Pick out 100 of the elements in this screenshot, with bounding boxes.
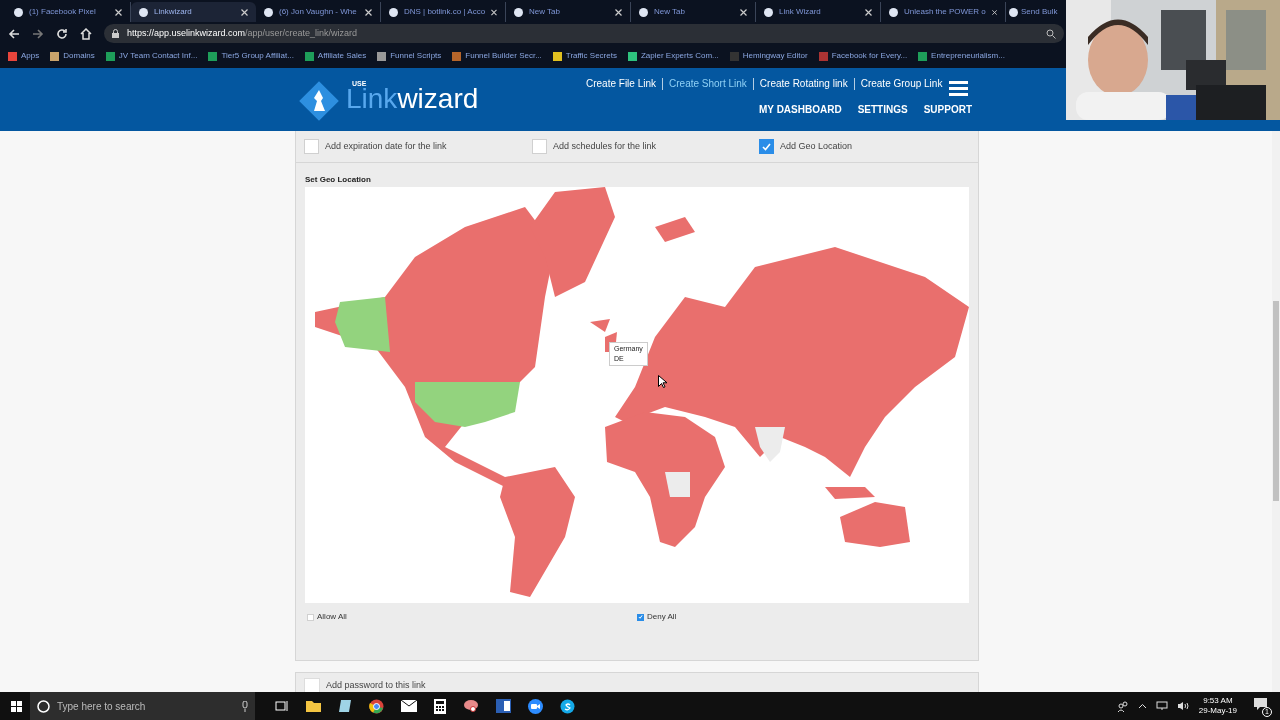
favicon-icon xyxy=(14,7,23,17)
close-tab-icon[interactable] xyxy=(865,8,872,16)
option-label: Add Geo Location xyxy=(780,139,853,153)
volume-icon[interactable] xyxy=(1176,701,1190,711)
cortana-icon xyxy=(37,699,50,713)
browser-tab[interactable]: (6) Jon Vaughn - Whe xyxy=(256,2,381,22)
browser-tab[interactable]: Link Wizard xyxy=(756,2,881,22)
bookmark-icon xyxy=(304,51,314,61)
video-call-icon[interactable] xyxy=(528,698,543,714)
favicon-icon xyxy=(764,7,773,17)
checkbox[interactable] xyxy=(304,139,319,154)
menu-icon[interactable] xyxy=(949,81,968,96)
mail-icon[interactable] xyxy=(401,700,417,712)
url-text: https://app.uselinkwizard.com/app/user/create_link/wizard xyxy=(127,26,359,40)
close-tab-icon[interactable] xyxy=(115,8,122,16)
bookmark-icon xyxy=(818,51,828,61)
option-label: Allow All xyxy=(317,611,347,623)
bookmark-item[interactable]: Tier5 Group Affiliat... xyxy=(208,50,294,62)
bookmark-icon xyxy=(918,51,928,61)
bookmark-icon xyxy=(8,51,17,61)
checkbox[interactable] xyxy=(307,613,314,621)
notification-icon xyxy=(1254,698,1267,710)
microphone-icon xyxy=(242,700,248,712)
bookmark-icon xyxy=(377,51,387,61)
zoom-icon xyxy=(1046,28,1056,39)
option-label: Add schedules for the link xyxy=(553,139,657,153)
browser-tab[interactable]: New Tab xyxy=(631,2,756,22)
close-tab-icon[interactable] xyxy=(991,8,997,16)
checkbox[interactable] xyxy=(759,139,774,154)
app-icon[interactable] xyxy=(338,699,352,713)
favicon-icon xyxy=(639,7,648,17)
bookmark-item[interactable]: Affiliate Sales xyxy=(304,50,367,62)
bookmark-item[interactable]: Funnel Builder Secr... xyxy=(452,50,542,62)
close-tab-icon[interactable] xyxy=(491,8,497,16)
bookmark-item[interactable]: Funnel Scripts xyxy=(377,50,442,62)
nav-link[interactable]: MY DASHBOARD xyxy=(759,102,842,117)
favicon-icon xyxy=(1009,7,1018,17)
favicon-icon xyxy=(389,7,398,17)
close-tab-icon[interactable] xyxy=(365,8,372,16)
calculator-icon[interactable] xyxy=(434,698,446,714)
nav-link[interactable]: Create File Link xyxy=(586,76,657,91)
taskbar-search-field[interactable]: Type here to search xyxy=(30,692,255,720)
snipping-tool-icon[interactable] xyxy=(463,699,479,713)
bookmark-item[interactable]: Facebook for Every... xyxy=(818,50,908,62)
favicon-icon xyxy=(889,7,898,17)
folder-icon[interactable] xyxy=(306,700,321,712)
option-label: Deny All xyxy=(647,611,677,623)
favicon-icon xyxy=(264,7,273,17)
favicon-icon xyxy=(514,7,523,17)
option-label: Add password to this link xyxy=(326,678,426,692)
check-icon xyxy=(762,142,771,151)
nav-link[interactable]: Create Rotating link xyxy=(759,76,848,91)
bookmark-item[interactable]: Apps xyxy=(8,50,40,62)
bookmark-item[interactable]: JV Team Contact Inf... xyxy=(105,50,198,62)
favicon-icon xyxy=(139,7,148,17)
bookmark-icon xyxy=(729,51,739,61)
check-icon xyxy=(638,614,643,620)
bookmark-item[interactable]: Entrepreneurialism... xyxy=(918,50,1005,62)
bookmark-item[interactable]: Domains xyxy=(50,50,95,62)
lock-icon xyxy=(112,29,119,38)
close-tab-icon[interactable] xyxy=(740,8,747,16)
bookmark-icon xyxy=(50,51,60,61)
browser-tab[interactable]: Linkwizard xyxy=(131,2,256,22)
browser-tab[interactable]: DNS | botlink.co | Acco xyxy=(381,2,506,22)
forward-icon[interactable] xyxy=(32,27,44,40)
bookmark-icon xyxy=(452,51,462,61)
browser-tab[interactable]: New Tab xyxy=(506,2,631,22)
windows-start-icon[interactable] xyxy=(11,700,22,712)
bookmark-icon xyxy=(627,51,637,61)
cursor-icon xyxy=(658,375,667,388)
close-tab-icon[interactable] xyxy=(615,8,622,16)
task-view-icon[interactable] xyxy=(275,700,289,712)
section-title: Set Geo Location xyxy=(305,174,371,186)
bookmark-item[interactable]: Zapier Experts Com... xyxy=(627,50,719,62)
home-icon[interactable] xyxy=(80,27,92,40)
nav-link[interactable]: Create Group Link xyxy=(860,76,943,91)
reload-icon[interactable] xyxy=(56,27,68,40)
back-icon[interactable] xyxy=(8,27,20,40)
chat-icon[interactable] xyxy=(560,698,575,714)
option-label: Add expiration date for the link xyxy=(325,139,447,153)
chevron-up-icon[interactable] xyxy=(1137,703,1147,709)
browser-tab[interactable]: Send Bulk xyxy=(1006,2,1066,22)
checkbox[interactable] xyxy=(532,139,547,154)
bookmark-icon xyxy=(208,51,218,61)
nav-link[interactable]: SETTINGS xyxy=(857,102,908,117)
address-bar[interactable]: https://app.uselinkwizard.com/app/user/create_link/wizard xyxy=(104,24,1064,43)
checkbox[interactable] xyxy=(637,613,644,621)
bookmark-icon xyxy=(552,51,562,61)
nav-link[interactable]: SUPPORT xyxy=(923,102,972,117)
network-icon[interactable] xyxy=(1155,701,1168,711)
browser-tab[interactable]: Unleash the POWER o xyxy=(881,2,1006,22)
bookmark-icon xyxy=(105,51,115,61)
people-icon[interactable] xyxy=(1116,700,1129,712)
chrome-icon[interactable] xyxy=(369,698,384,714)
word-icon[interactable] xyxy=(496,699,511,713)
bookmark-item[interactable]: Traffic Secrets xyxy=(552,50,617,62)
close-tab-icon[interactable] xyxy=(241,8,248,16)
clock[interactable]: 9:53 AM 29-May-19 xyxy=(1198,696,1237,716)
bookmark-item[interactable]: Hemingway Editor xyxy=(729,50,808,62)
nav-link[interactable]: Create Short Link xyxy=(669,76,747,91)
